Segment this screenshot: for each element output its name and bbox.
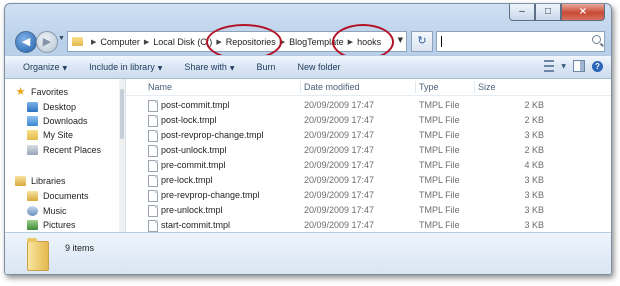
sidebar-item-recent-places[interactable]: Recent Places: [27, 143, 101, 157]
column-header-size[interactable]: Size: [478, 82, 496, 92]
item-count: 9 items: [65, 243, 95, 253]
downloads-icon: [27, 116, 38, 126]
back-arrow-icon: ◀: [21, 35, 31, 48]
desktop-icon: [27, 102, 38, 112]
close-button[interactable]: ×: [561, 4, 605, 21]
breadcrumb-blogtemplate[interactable]: BlogTemplate: [289, 37, 344, 47]
breadcrumb-separator-icon[interactable]: ▶: [216, 38, 221, 46]
file-row[interactable]: pre-commit.tmpl 20/09/2009 17:47 TMPL Fi…: [126, 158, 611, 173]
search-input[interactable]: [436, 31, 605, 52]
refresh-button[interactable]: ↻: [411, 31, 433, 52]
sidebar-item-desktop[interactable]: Desktop: [27, 100, 76, 114]
include-in-library-menu[interactable]: Include in library ▼: [89, 62, 162, 72]
file-row[interactable]: pre-revprop-change.tmpl 20/09/2009 17:47…: [126, 188, 611, 203]
new-folder-button[interactable]: New folder: [297, 62, 340, 72]
organize-menu[interactable]: Organize ▼: [23, 62, 67, 72]
views-icon[interactable]: [544, 60, 555, 72]
sidebar-item-pictures[interactable]: Pictures: [27, 218, 76, 232]
search-icon[interactable]: [592, 35, 601, 44]
file-icon: [148, 160, 158, 172]
folder-icon: [27, 130, 38, 140]
file-icon: [148, 190, 158, 202]
file-icon: [148, 115, 158, 127]
sidebar-item-downloads[interactable]: Downloads: [27, 114, 88, 128]
file-icon: [148, 205, 158, 217]
view-controls: ▼ ?: [544, 60, 603, 72]
music-icon: [27, 206, 38, 216]
recent-places-icon: [27, 145, 38, 155]
minimize-button[interactable]: –: [509, 4, 535, 21]
chevron-down-icon: ▼: [62, 65, 68, 72]
file-icon: [148, 175, 158, 187]
refresh-icon: ↻: [417, 34, 427, 47]
file-row[interactable]: start-commit.tmpl 20/09/2009 17:47 TMPL …: [126, 218, 611, 232]
sidebar-group-favorites[interactable]: ★ Favorites: [15, 85, 68, 99]
text-caret: [441, 36, 442, 47]
details-pane: 9 items: [5, 232, 611, 274]
column-divider[interactable]: [474, 81, 475, 93]
column-header-row: Name Date modified Type Size: [126, 79, 611, 96]
folder-icon: [72, 37, 83, 46]
breadcrumb-separator-icon[interactable]: ▶: [348, 38, 353, 46]
maximize-button[interactable]: □: [535, 4, 561, 21]
share-with-menu[interactable]: Share with ▼: [184, 62, 234, 72]
chevron-down-icon: ▼: [229, 65, 235, 72]
sidebar-item-my-site[interactable]: My Site: [27, 128, 73, 142]
breadcrumb-separator-icon[interactable]: ▶: [280, 38, 285, 46]
libraries-icon: [15, 176, 26, 186]
breadcrumb-repositories[interactable]: Repositories: [226, 37, 276, 47]
file-row[interactable]: post-lock.tmpl 20/09/2009 17:47 TMPL Fil…: [126, 113, 611, 128]
pictures-icon: [27, 220, 38, 230]
star-icon: ★: [15, 85, 26, 98]
file-icon: [148, 130, 158, 142]
command-bar: Organize ▼ Include in library ▼ Share with…: [5, 55, 611, 79]
scrollbar-thumb[interactable]: [120, 89, 124, 139]
preview-pane-icon[interactable]: [573, 60, 585, 72]
sidebar-group-libraries[interactable]: Libraries: [15, 174, 66, 188]
forward-button[interactable]: ▶: [36, 31, 58, 53]
explorer-window: – □ × ◀ ▶ ▼ ▶ Computer ▶ Local Disk (C:)…: [4, 3, 612, 275]
address-dropdown-icon[interactable]: ▼: [398, 36, 403, 44]
views-dropdown-icon[interactable]: ▼: [561, 63, 566, 70]
column-divider[interactable]: [415, 81, 416, 93]
file-icon: [148, 145, 158, 157]
navigation-bar: ◀ ▶ ▼ ▶ Computer ▶ Local Disk (C:) ▶ Rep…: [11, 30, 605, 53]
recent-pages-dropdown-icon[interactable]: ▼: [58, 35, 65, 42]
column-header-type[interactable]: Type: [419, 82, 439, 92]
caption-buttons: – □ ×: [509, 4, 605, 21]
navigation-pane: ★ Favorites Desktop Downloads My Site Re…: [5, 79, 126, 232]
folder-icon: [27, 238, 49, 271]
burn-button[interactable]: Burn: [256, 62, 275, 72]
back-button[interactable]: ◀: [15, 31, 37, 53]
documents-icon: [27, 191, 38, 201]
column-header-date[interactable]: Date modified: [304, 82, 360, 92]
sidebar-item-music[interactable]: Music: [27, 204, 67, 218]
column-header-name[interactable]: Name: [148, 82, 172, 92]
file-row[interactable]: post-revprop-change.tmpl 20/09/2009 17:4…: [126, 128, 611, 143]
breadcrumb-separator-icon[interactable]: ▶: [91, 38, 96, 46]
file-row[interactable]: post-commit.tmpl 20/09/2009 17:47 TMPL F…: [126, 98, 611, 113]
forward-arrow-icon: ▶: [42, 35, 52, 48]
file-row[interactable]: post-unlock.tmpl 20/09/2009 17:47 TMPL F…: [126, 143, 611, 158]
file-list: Name Date modified Type Size post-commit…: [126, 79, 611, 232]
address-bar[interactable]: ▶ Computer ▶ Local Disk (C:) ▶ Repositor…: [67, 31, 407, 52]
breadcrumb-separator-icon[interactable]: ▶: [144, 38, 149, 46]
file-icon: [148, 220, 158, 232]
column-divider[interactable]: [300, 81, 301, 93]
file-row[interactable]: pre-unlock.tmpl 20/09/2009 17:47 TMPL Fi…: [126, 203, 611, 218]
chevron-down-icon: ▼: [157, 65, 163, 72]
file-icon: [148, 100, 158, 112]
file-row[interactable]: pre-lock.tmpl 20/09/2009 17:47 TMPL File…: [126, 173, 611, 188]
help-icon[interactable]: ?: [592, 60, 603, 72]
breadcrumb-hooks[interactable]: hooks: [357, 37, 381, 47]
breadcrumb-computer[interactable]: Computer: [100, 37, 140, 47]
sidebar-item-documents[interactable]: Documents: [27, 189, 89, 203]
sidebar-scrollbar[interactable]: [119, 79, 125, 232]
breadcrumb-local-disk[interactable]: Local Disk (C:): [153, 37, 212, 47]
